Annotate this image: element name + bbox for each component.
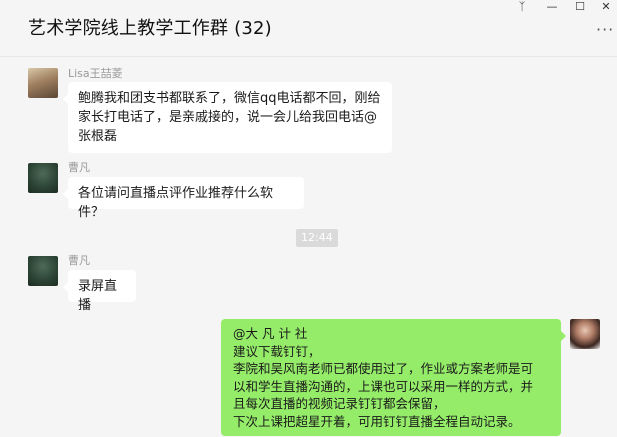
close-icon[interactable]: ✕ — [592, 0, 617, 18]
avatar-icon[interactable] — [28, 256, 58, 286]
message-bubble-self[interactable]: @大 凡 计 社 建议下载钉钉， 李院和吴风南老师已都使用过了，作业或方案老师是… — [221, 319, 566, 436]
timestamp: 12:44 — [296, 229, 338, 247]
message-bubble[interactable]: 鲍腾我和团支书都联系了，微信qq电话都不回，刚给家长打电话了，是亲戚接的，说一会… — [63, 82, 392, 153]
avatar-icon[interactable] — [570, 319, 600, 349]
message-sender: 曹凡 — [68, 161, 90, 174]
message-line: @大 凡 计 社 — [233, 326, 308, 341]
minimize-icon[interactable]: — — [538, 0, 566, 18]
avatar-icon[interactable] — [28, 68, 58, 98]
message-sender: 曹凡 — [68, 254, 90, 267]
message-line: 下次上课把超星开着，可用钉钉直播全程自动记录。 — [233, 413, 521, 429]
chat-title: 艺术学院线上教学工作群 (32) — [28, 18, 272, 39]
message-line: 李院和吴风南老师已都使用过了，作业或方案老师是可 — [233, 361, 534, 376]
more-icon[interactable]: ··· — [596, 20, 614, 39]
message-line: 以和学生直播沟通的，上课也可以采用一样的方式，并 — [233, 378, 534, 394]
message-sender: Lisa王喆菱 — [68, 67, 123, 80]
message-line: 建议下载钉钉， — [233, 343, 321, 359]
chat-area: Lisa王喆菱 鲍腾我和团支书都联系了，微信qq电话都不回，刚给家长打电话了，是… — [0, 57, 617, 437]
pin-icon[interactable]: ᛉ — [508, 0, 536, 18]
avatar-icon[interactable] — [28, 163, 58, 193]
message-bubble[interactable]: 录屏直播 — [63, 270, 136, 313]
message-bubble[interactable]: 各位请问直播点评作业推荐什么软件？ — [63, 177, 304, 220]
message-line: 且每次直播的视频记录钉钉都会保留， — [233, 396, 446, 411]
maximize-icon[interactable]: ☐ — [566, 0, 594, 18]
chat-header: 艺术学院线上教学工作群 (32) ᛉ — ☐ ✕ ··· — [0, 0, 617, 57]
